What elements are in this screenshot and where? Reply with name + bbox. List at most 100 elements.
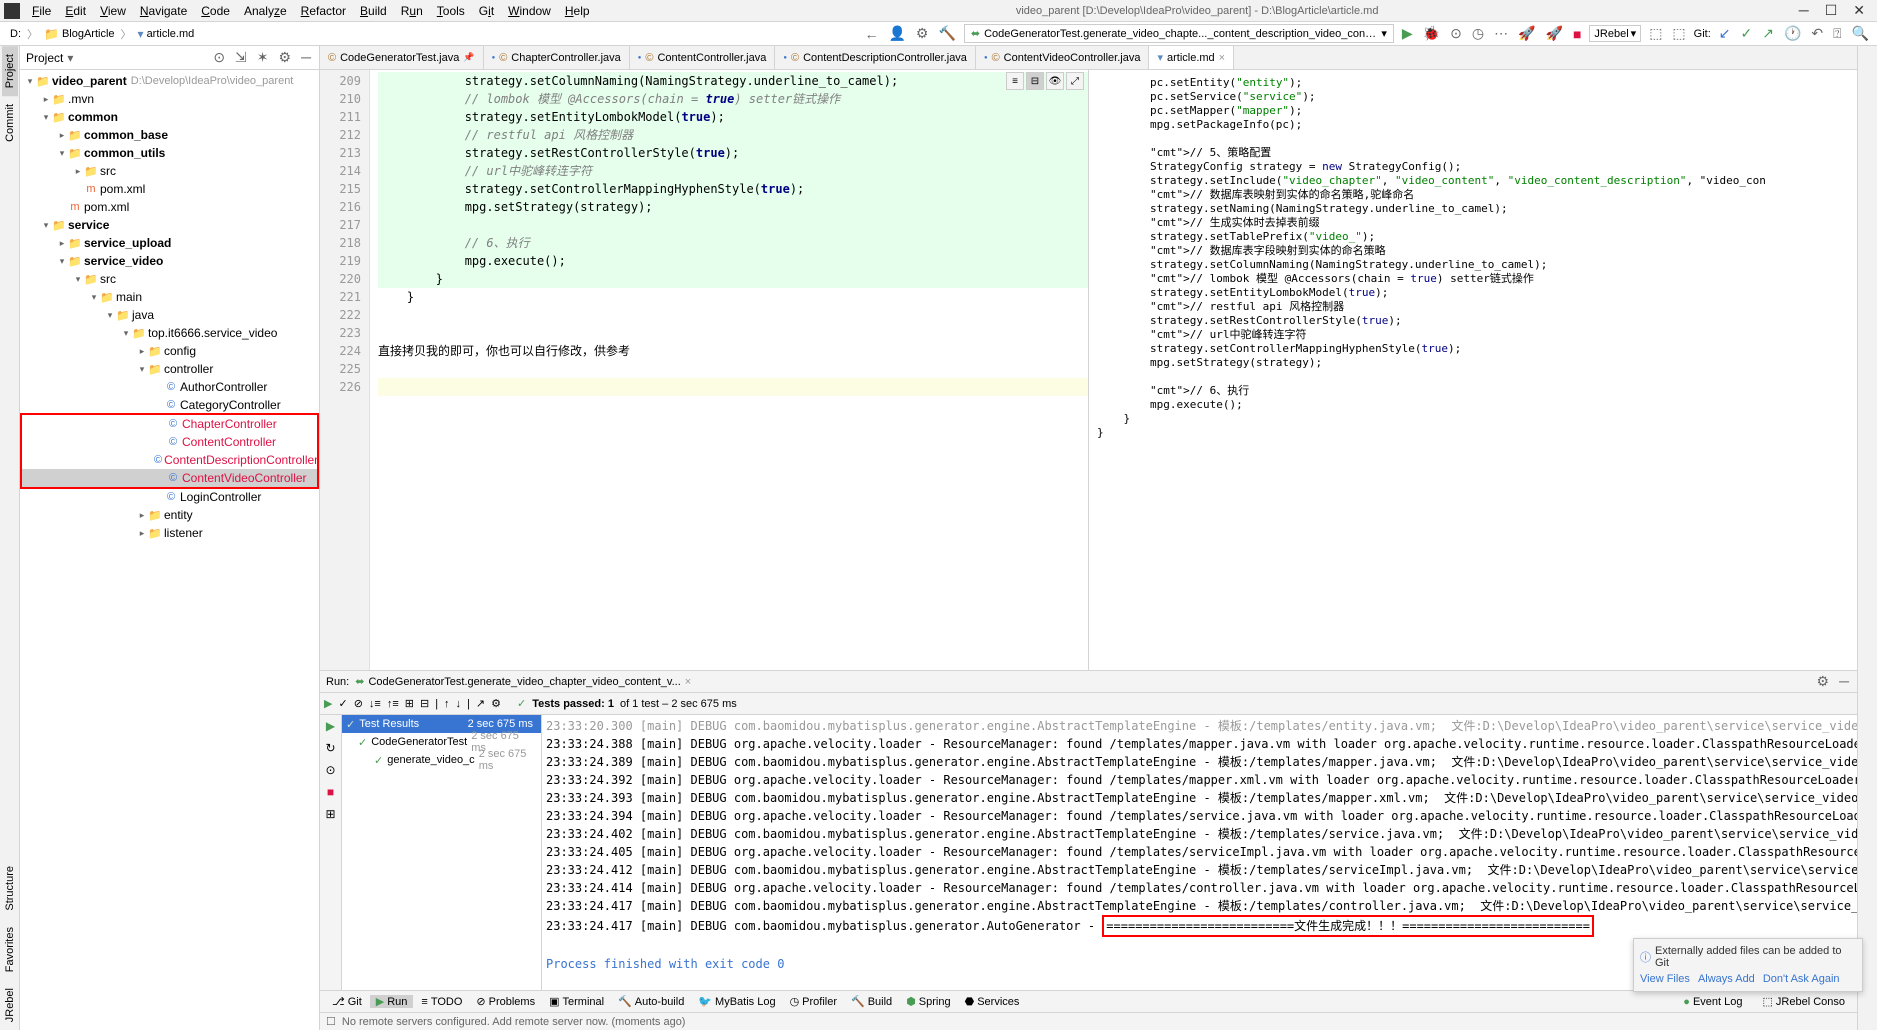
tree-item[interactable]: ©AuthorController xyxy=(20,378,319,396)
settings-icon[interactable]: ⚙ xyxy=(277,49,294,66)
tree-item[interactable]: ©ContentController xyxy=(22,433,317,451)
down-icon[interactable]: ↓ xyxy=(456,698,462,710)
tree-item[interactable]: mpom.xml xyxy=(20,198,319,216)
tab-favorites[interactable]: Favorites xyxy=(2,919,18,980)
tree-item[interactable]: ▾📁main xyxy=(20,288,319,306)
jr2-icon[interactable]: ⬚ xyxy=(1670,25,1687,42)
editor-expand-button[interactable]: ⤢ xyxy=(1066,72,1084,90)
chevron-down-icon[interactable]: ▾ xyxy=(63,51,73,65)
stop2-icon[interactable]: ■ xyxy=(327,785,334,799)
bottom-tab-run[interactable]: ▶Run xyxy=(370,995,414,1008)
rerun2-icon[interactable]: ▶ xyxy=(326,719,335,733)
hide-icon[interactable]: ─ xyxy=(299,49,313,66)
gear-icon[interactable]: ⚙ xyxy=(914,25,931,42)
sort-icon[interactable]: ↓≡ xyxy=(369,698,381,710)
breadcrumb-drive[interactable]: D: xyxy=(6,28,25,40)
tree-item[interactable]: ▸📁service_upload xyxy=(20,234,319,252)
tree-item[interactable]: ▾📁src xyxy=(20,270,319,288)
breadcrumb-folder[interactable]: 📁BlogArticle xyxy=(40,27,119,41)
tree-item[interactable]: ©ContentDescriptionController xyxy=(22,451,317,469)
tree-item[interactable]: ▸📁common_base xyxy=(20,126,319,144)
push-icon[interactable]: ↗ xyxy=(1760,25,1776,42)
menu-help[interactable]: Help xyxy=(559,2,596,20)
tree-item[interactable]: ▾📁service xyxy=(20,216,319,234)
editor-source[interactable]: ≡ ⊟ 👁 ⤢ ✓ 209210211212213214215216217218… xyxy=(320,70,1089,670)
menu-view[interactable]: View xyxy=(94,2,132,20)
run-tree[interactable]: ✓Test Results2 sec 675 ms ✓CodeGenerator… xyxy=(342,715,542,990)
hammer-icon[interactable]: 🔨 xyxy=(936,25,957,42)
menu-build[interactable]: Build xyxy=(354,2,393,20)
bottom-tab-spring[interactable]: ⬢Spring xyxy=(900,995,956,1008)
expand-icon[interactable]: ⊞ xyxy=(405,697,414,710)
tree-item[interactable]: ▸📁.mvn xyxy=(20,90,319,108)
project-tree[interactable]: ▾📁video_parentD:\Develop\IdeaPro\video_p… xyxy=(20,70,319,1030)
run-icon[interactable]: ▶ xyxy=(1400,25,1415,42)
up-icon[interactable]: ↑ xyxy=(444,698,450,710)
menu-navigate[interactable]: Navigate xyxy=(134,2,193,20)
select-opened-icon[interactable]: ⊙ xyxy=(211,49,227,66)
minimize-button[interactable]: ─ xyxy=(1799,2,1809,19)
rocket2-icon[interactable]: 🚀 xyxy=(1544,25,1565,42)
rerun-icon[interactable]: ▶ xyxy=(324,697,332,710)
menu-tools[interactable]: Tools xyxy=(431,2,471,20)
menu-window[interactable]: Window xyxy=(502,2,557,20)
bottom-tab-eventlog[interactable]: ●Event Log xyxy=(1677,995,1748,1008)
menu-file[interactable]: File xyxy=(26,2,57,20)
sort2-icon[interactable]: ↑≡ xyxy=(387,698,399,710)
pin-icon[interactable]: ⊙ xyxy=(325,763,335,777)
bottom-tab-todo[interactable]: ≡TODO xyxy=(415,996,468,1008)
jr1-icon[interactable]: ⬚ xyxy=(1647,25,1664,42)
debug-icon[interactable]: 🐞 xyxy=(1421,25,1442,42)
settings-icon[interactable]: ⚙ xyxy=(1815,673,1832,690)
update-icon[interactable]: ↙ xyxy=(1717,25,1733,42)
bottom-tab-autobuild[interactable]: 🔨Auto-build xyxy=(612,995,690,1008)
export-icon[interactable]: ↗ xyxy=(476,697,485,710)
collapse-icon[interactable]: ✶ xyxy=(255,49,271,66)
attach-icon[interactable]: ⋯ xyxy=(1492,25,1510,42)
search2-icon[interactable]: 🔍 xyxy=(1850,25,1871,42)
tree-item[interactable]: ▾📁top.it6666.service_video xyxy=(20,324,319,342)
code-content[interactable]: strategy.setColumnNaming(NamingStrategy.… xyxy=(370,70,1088,670)
menu-edit[interactable]: Edit xyxy=(59,2,92,20)
tab-project[interactable]: Project xyxy=(2,46,18,96)
tree-item[interactable]: ©ContentVideoController xyxy=(22,469,317,487)
menu-git[interactable]: Git xyxy=(473,2,500,20)
profile-icon[interactable]: ◷ xyxy=(1470,25,1486,42)
tab-commit[interactable]: Commit xyxy=(2,96,18,150)
editor-tab[interactable]: ©CodeGeneratorTest.java📌 xyxy=(320,46,484,69)
tree-item[interactable]: ▸📁listener xyxy=(20,524,319,542)
jrebel-selector[interactable]: JRebel▾ xyxy=(1589,25,1641,42)
run-config-selector[interactable]: ⬌ CodeGeneratorTest.generate_video_chapt… xyxy=(964,24,1394,43)
close-tab-icon[interactable]: × xyxy=(681,676,691,688)
split-view-button[interactable]: ⊟ xyxy=(1026,72,1044,90)
more-icon[interactable]: ⚙ xyxy=(491,697,501,710)
tab-structure[interactable]: Structure xyxy=(2,858,18,919)
preview-view-button[interactable]: 👁 xyxy=(1046,72,1064,90)
maximize-button[interactable]: ☐ xyxy=(1825,2,1838,19)
tree-item[interactable]: mpom.xml xyxy=(20,180,319,198)
editor-tab[interactable]: ▾article.md× xyxy=(1149,46,1234,69)
rollback-icon[interactable]: ↶ xyxy=(1809,25,1825,42)
bottom-tab-services[interactable]: ⬣Services xyxy=(959,995,1026,1008)
notif-dont-ask[interactable]: Don't Ask Again xyxy=(1763,973,1840,985)
run-tree-item[interactable]: ✓generate_video_c2 sec 675 ms xyxy=(342,751,541,769)
editor-tab[interactable]: ●©ChapterController.java xyxy=(484,46,630,69)
hide-icon[interactable]: ─ xyxy=(1837,673,1851,690)
notif-view-files[interactable]: View Files xyxy=(1640,973,1690,985)
toggle2-icon[interactable]: ⊘ xyxy=(354,697,363,710)
tree-item[interactable]: ▾📁service_video xyxy=(20,252,319,270)
bottom-tab-terminal[interactable]: ▣Terminal xyxy=(543,995,610,1008)
tree-item[interactable]: ▾📁common_utils xyxy=(20,144,319,162)
close-button[interactable]: ✕ xyxy=(1853,2,1865,19)
rocket-icon[interactable]: 🚀 xyxy=(1516,25,1537,42)
editor-tab[interactable]: ●©ContentController.java xyxy=(630,46,776,69)
tree-root[interactable]: ▾📁video_parentD:\Develop\IdeaPro\video_p… xyxy=(20,72,319,90)
editor-tab[interactable]: ●©ContentVideoController.java xyxy=(976,46,1150,69)
user-plus-icon[interactable]: 👤 xyxy=(886,25,907,42)
commit-icon[interactable]: ✓ xyxy=(1739,25,1755,42)
menu-code[interactable]: Code xyxy=(195,2,236,20)
bottom-tab-git[interactable]: ⎇Git xyxy=(326,995,368,1008)
bottom-tab-jrebel[interactable]: ⬚JRebel Conso xyxy=(1757,995,1852,1008)
tree-item[interactable]: ▾📁controller xyxy=(20,360,319,378)
bottom-tab-mybatis[interactable]: 🐦MyBatis Log xyxy=(692,995,781,1008)
